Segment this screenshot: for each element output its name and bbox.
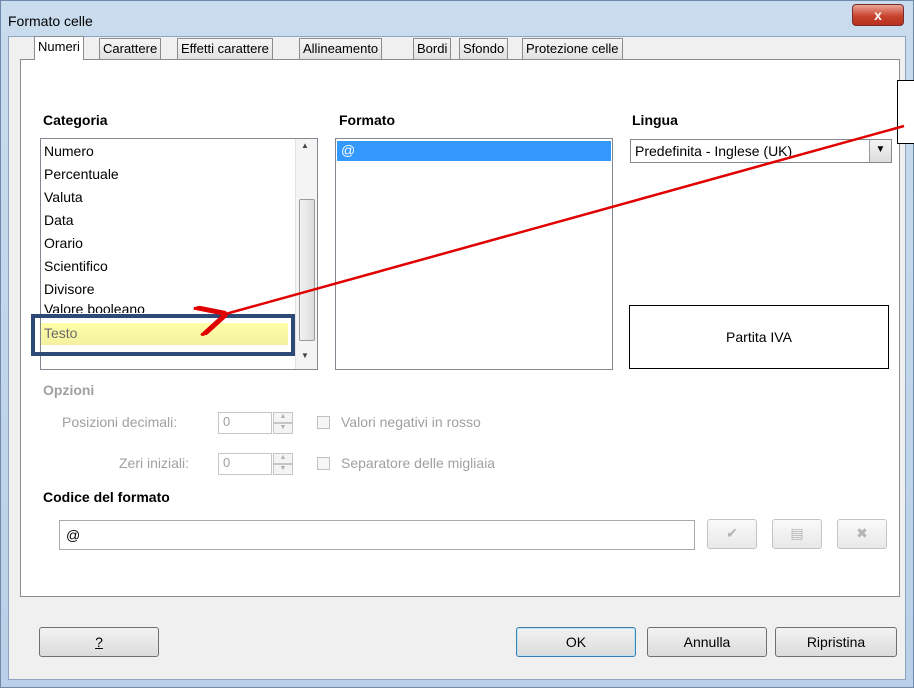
format-code-input[interactable]: @ — [59, 520, 695, 550]
format-code-label: Codice del formato — [43, 489, 170, 505]
list-item[interactable]: Divisore — [44, 281, 95, 297]
format-label: Formato — [339, 112, 395, 128]
tab-allineamento[interactable]: Allineamento — [299, 38, 383, 60]
scroll-up-icon[interactable]: ▲ — [301, 141, 309, 150]
list-item[interactable]: Data — [44, 212, 74, 228]
format-preview: Partita IVA — [629, 305, 889, 369]
reset-button[interactable]: Ripristina — [775, 627, 897, 657]
spin-up-icon[interactable]: ▲ — [273, 453, 293, 464]
tab-sfondo[interactable]: Sfondo — [459, 38, 509, 60]
category-label: Categoria — [43, 112, 108, 128]
close-icon: x — [874, 7, 882, 23]
chevron-down-icon[interactable]: ▼ — [869, 140, 891, 162]
tab-protezione-celle[interactable]: Protezione celle — [522, 38, 623, 60]
leading-zeros-label: Zeri iniziali: — [119, 455, 190, 471]
tab-effetti-carattere[interactable]: Effetti carattere — [177, 38, 273, 60]
title-bar[interactable]: Formato celle x — [0, 0, 914, 36]
spin-down-icon[interactable]: ▼ — [273, 423, 293, 434]
thousands-separator-label: Separatore delle migliaia — [341, 455, 496, 471]
list-item[interactable]: Valuta — [44, 189, 83, 205]
tab-carattere[interactable]: Carattere — [99, 38, 162, 60]
decimal-places-label: Posizioni decimali: — [62, 414, 178, 430]
close-button[interactable]: x — [852, 4, 904, 26]
spin-up-icon[interactable]: ▲ — [273, 412, 293, 423]
cancel-button[interactable]: Annulla — [647, 627, 767, 657]
options-label: Opzioni — [43, 382, 95, 398]
format-listbox[interactable]: @ — [335, 138, 613, 370]
format-selected-item[interactable]: @ — [341, 142, 355, 158]
negative-red-checkbox[interactable] — [317, 416, 330, 429]
leading-zeros-input[interactable]: 0 — [218, 453, 272, 475]
list-item[interactable]: Valore booleano — [44, 301, 145, 313]
help-button[interactable]: ? — [39, 627, 159, 657]
ok-button[interactable]: OK — [516, 627, 636, 657]
list-item[interactable]: Percentuale — [44, 166, 119, 182]
list-item[interactable]: Scientifico — [44, 258, 108, 274]
list-item[interactable]: Numero — [44, 143, 94, 159]
scroll-down-icon[interactable]: ▼ — [301, 351, 309, 360]
window-title: Formato celle — [8, 13, 93, 29]
tab-numeri[interactable]: Numeri — [34, 36, 84, 60]
checkmark-icon[interactable]: ✔ — [707, 519, 757, 549]
negative-red-label: Valori negativi in rosso — [341, 414, 481, 430]
highlight-annotation-box — [31, 314, 295, 356]
annotation-callout-box — [897, 80, 914, 144]
category-scrollbar[interactable]: ▲ ▼ — [295, 139, 317, 369]
tab-bordi[interactable]: Bordi — [413, 38, 452, 60]
language-value: Predefinita - Inglese (UK) — [635, 143, 793, 159]
delete-x-icon[interactable]: ✖ — [837, 519, 887, 549]
language-label: Lingua — [632, 112, 678, 128]
scroll-thumb[interactable] — [299, 199, 315, 341]
spin-down-icon[interactable]: ▼ — [273, 464, 293, 475]
thousands-separator-checkbox[interactable] — [317, 457, 330, 470]
comment-icon[interactable]: ▤ — [772, 519, 822, 549]
language-combobox[interactable]: Predefinita - Inglese (UK) ▼ — [630, 139, 892, 163]
decimal-places-input[interactable]: 0 — [218, 412, 272, 434]
format-selected-row[interactable] — [337, 141, 611, 161]
list-item[interactable]: Orario — [44, 235, 83, 251]
